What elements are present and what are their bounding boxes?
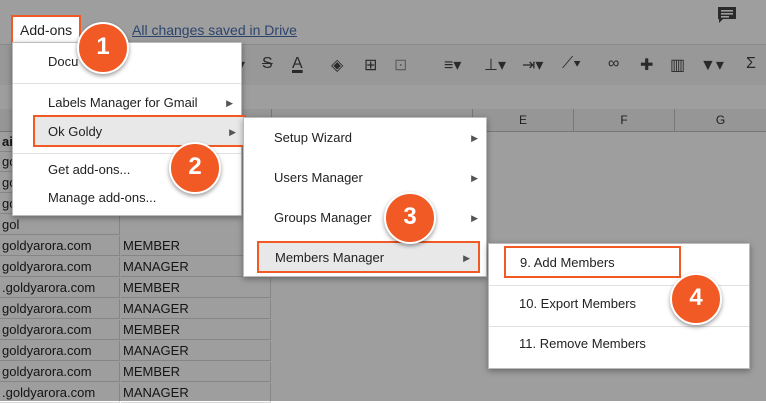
chevron-right-icon: ▶	[471, 213, 478, 223]
chevron-right-icon: ▶	[463, 253, 470, 263]
chevron-right-icon: ▶	[229, 127, 236, 137]
menu-item-labels-manager[interactable]: Labels Manager for Gmail ▶	[13, 88, 241, 118]
okgoldy-submenu: Setup Wizard ▶ Users Manager ▶ Groups Mana…	[243, 117, 487, 277]
chevron-right-icon: ▶	[226, 98, 233, 108]
chevron-right-icon: ▶	[471, 133, 478, 143]
menu-item-members-manager[interactable]: Members Manager ▶	[257, 241, 480, 273]
step-badge-3: 3	[384, 192, 436, 244]
chevron-right-icon: ▶	[471, 173, 478, 183]
menu-item-groups-manager[interactable]: Groups Manager ▶	[244, 203, 486, 233]
step-badge-2: 2	[169, 142, 221, 194]
addons-menu-button[interactable]: Add-ons	[11, 15, 82, 45]
menu-item-ok-goldy[interactable]: Ok Goldy ▶	[33, 115, 246, 147]
menu-item-remove-members[interactable]: 11. Remove Members	[489, 329, 749, 359]
menu-item-users-manager[interactable]: Users Manager ▶	[244, 163, 486, 193]
step-badge-1: 1	[77, 22, 129, 74]
menu-item-setup-wizard[interactable]: Setup Wizard ▶	[244, 123, 486, 153]
step-badge-4: 4	[670, 273, 722, 325]
menu-item-add-members[interactable]: 9. Add Members	[504, 246, 681, 278]
